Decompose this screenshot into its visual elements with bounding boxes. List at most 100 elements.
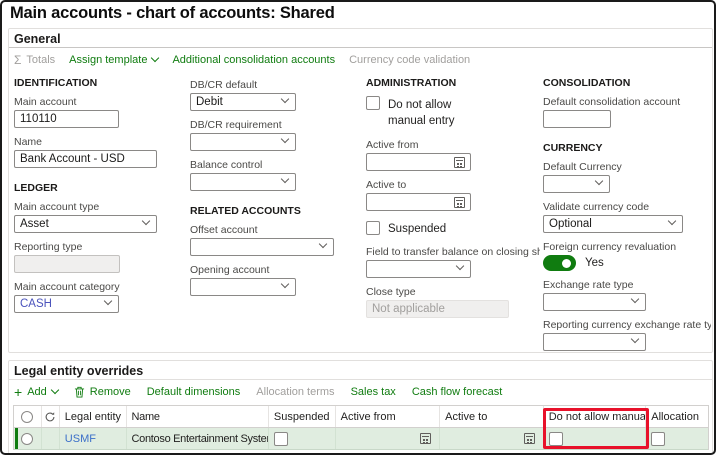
main-account-category-select[interactable]: CASH [14,295,119,313]
overrides-toolbar: + Add Remove Default dimensions Allocati… [9,380,712,402]
dbcr-default-label: DB/CR default [190,79,258,91]
main-account-value: 110110 [20,113,57,125]
sigma-icon: Σ [14,53,22,67]
refresh-icon[interactable] [44,411,56,423]
column-posting-related: DB/CR default Debit DB/CR requirement Ba… [190,79,360,304]
column-header-legal-entity[interactable]: Legal entity [60,406,127,427]
active-to-input[interactable] [366,193,471,211]
chevron-down-icon [151,53,160,63]
administration-group-header: ADMINISTRATION [366,77,457,89]
row-selected-indicator [15,428,18,449]
active-from-input[interactable] [366,153,471,171]
column-identification-ledger: IDENTIFICATION Main account 110110 Name … [14,77,184,321]
currency-group-header: CURRENCY [543,142,603,154]
calendar-icon[interactable] [523,433,535,444]
chevron-down-icon [280,94,290,104]
validate-currency-code-label: Validate currency code [543,201,650,213]
column-header-active-to[interactable]: Active to [440,406,544,427]
allocation-row-checkbox[interactable] [651,431,666,446]
opening-account-label: Opening account [190,264,270,276]
field-to-transfer-select[interactable] [366,260,471,278]
reporting-currency-exchange-rate-type-label: Reporting currency exchange rate type [543,319,711,331]
default-currency-label: Default Currency [543,161,622,173]
column-header-allocation[interactable]: Allocation [646,406,708,427]
main-account-input[interactable]: 110110 [14,110,119,128]
add-label: Add [27,386,47,398]
foreign-currency-revaluation-label: Foreign currency revaluation [543,241,677,253]
calendar-icon[interactable] [420,433,432,444]
dbcr-default-select[interactable]: Debit [190,93,296,111]
consolidation-group-header: CONSOLIDATION [543,77,631,89]
suspended-row-checkbox[interactable] [273,431,288,446]
totals-button[interactable]: Σ Totals [14,54,55,66]
default-consolidation-account-label: Default consolidation account [543,96,681,108]
exchange-rate-type-label: Exchange rate type [543,279,634,291]
dbcr-default-value: Debit [196,96,223,108]
opening-account-select[interactable] [190,278,296,296]
chevron-down-icon [667,216,677,226]
close-type-value: Not applicable [372,303,445,315]
dbcr-requirement-select[interactable] [190,133,296,151]
general-toolbar: Σ Totals Assign template Additional cons… [9,48,712,70]
add-button[interactable]: + Add [14,384,60,400]
legal-entity-overrides-header[interactable]: Legal entity overrides [9,361,712,380]
suspended-checkbox[interactable] [366,221,380,235]
main-account-category-value[interactable]: CASH [20,298,52,310]
trash-icon [74,386,84,398]
dbcr-requirement-label: DB/CR requirement [190,119,282,131]
validate-currency-code-select[interactable]: Optional [543,215,683,233]
allocation-terms-button[interactable]: Allocation terms [256,386,334,398]
offset-account-select[interactable] [190,238,334,256]
exchange-rate-type-select[interactable] [543,293,646,311]
chevron-down-icon [141,216,151,226]
sales-tax-button[interactable]: Sales tax [351,386,396,398]
default-dimensions-button[interactable]: Default dimensions [147,386,241,398]
legal-entity-link[interactable]: USMF [65,433,96,445]
chevron-down-icon [594,176,604,186]
page-title: Main accounts - chart of accounts: Share… [10,4,335,22]
main-account-category-label: Main account category [14,281,120,293]
table-row[interactable]: USMF Contoso Entertainment System ... [14,428,708,450]
column-header-do-not-allow-manual-entry[interactable]: Do not allow manual entry [544,406,647,427]
active-from-label: Active from [366,139,419,151]
name-value: Bank Account - USD [20,153,125,165]
foreign-currency-revaluation-toggle[interactable] [543,255,576,271]
chevron-down-icon [630,294,640,304]
cash-flow-forecast-button[interactable]: Cash flow forecast [412,386,502,398]
active-to-label: Active to [366,179,407,191]
plus-icon: + [14,384,23,400]
validate-currency-code-value: Optional [549,218,592,230]
field-to-transfer-label: Field to transfer balance on closing sh.… [366,246,540,258]
additional-consolidation-accounts-button[interactable]: Additional consolidation accounts [172,54,335,66]
default-currency-select[interactable] [543,175,610,193]
calendar-icon[interactable] [454,196,465,208]
main-account-type-select[interactable]: Asset [14,215,157,233]
assign-template-label: Assign template [69,54,148,66]
close-type-label: Close type [366,286,416,298]
remove-button[interactable]: Remove [74,386,131,398]
row-select-radio[interactable] [21,432,34,445]
grid-header-row: Legal entity Name Suspended Active from … [14,406,708,428]
column-header-name[interactable]: Name [127,406,269,427]
suspended-label: Suspended [388,223,447,235]
do-not-allow-manual-entry-checkbox[interactable] [366,96,380,110]
assign-template-button[interactable]: Assign template [69,53,160,66]
related-accounts-group-header: RELATED ACCOUNTS [190,205,301,217]
chevron-down-icon [103,296,113,306]
calendar-icon[interactable] [454,156,465,168]
default-consolidation-account-input[interactable] [543,110,611,128]
reporting-currency-exchange-rate-type-select[interactable] [543,333,646,351]
remove-label: Remove [89,386,131,398]
legal-entity-overrides-grid: Legal entity Name Suspended Active from … [13,405,709,450]
currency-code-validation-button[interactable]: Currency code validation [349,54,470,66]
foreign-currency-revaluation-state: Yes [585,257,604,269]
chevron-down-icon [280,174,290,184]
select-all-radio[interactable] [21,410,34,423]
balance-control-select[interactable] [190,173,296,191]
column-header-active-from[interactable]: Active from [336,406,441,427]
do-not-allow-manual-entry-row-checkbox[interactable] [548,431,563,446]
name-input[interactable]: Bank Account - USD [14,150,157,168]
name-label: Name [14,136,43,148]
general-section-header[interactable]: General [9,29,712,48]
column-header-suspended[interactable]: Suspended [269,406,336,427]
